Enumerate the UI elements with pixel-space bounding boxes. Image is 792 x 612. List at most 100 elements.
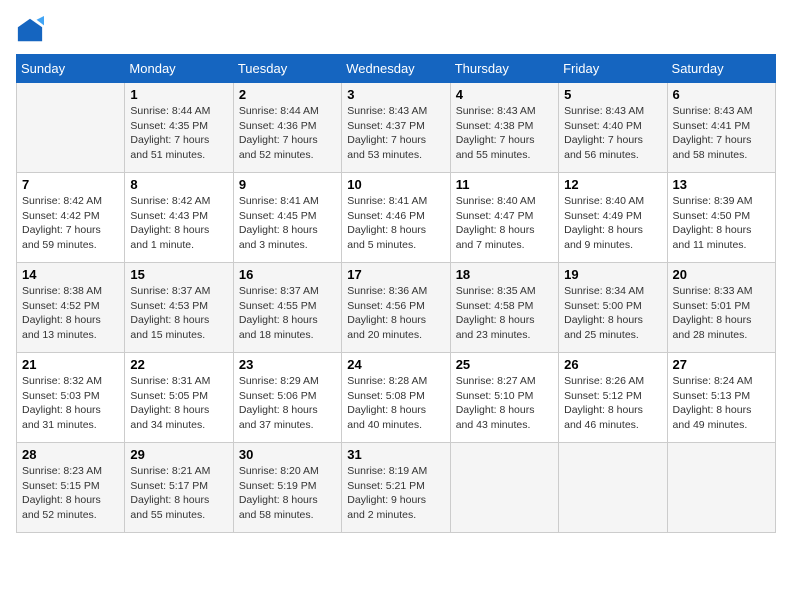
page-header: [16, 16, 776, 44]
calendar-cell: 31 Sunrise: 8:19 AMSunset: 5:21 PMDayligh…: [342, 443, 450, 533]
weekday-header-row: SundayMondayTuesdayWednesdayThursdayFrid…: [17, 55, 776, 83]
calendar-cell: 2Sunrise: 8:44 AMSunset: 4:36 PMDaylight…: [233, 83, 341, 173]
day-number: 21: [22, 357, 119, 372]
day-number: 2: [239, 87, 336, 102]
calendar-cell: 12 Sunrise: 8:40 AMSunset: 4:49 PMDayligh…: [559, 173, 667, 263]
day-detail: Sunrise: 8:43 AMSunset: 4:41 PMDaylight:…: [673, 104, 770, 163]
day-detail: Sunrise: 8:29 AMSunset: 5:06 PMDaylight:…: [239, 374, 336, 433]
weekday-header-wednesday: Wednesday: [342, 55, 450, 83]
calendar-table: SundayMondayTuesdayWednesdayThursdayFrid…: [16, 54, 776, 533]
day-number: 14: [22, 267, 119, 282]
calendar-cell: 17Sunrise: 8:36 AMSunset: 4:56 PMDayligh…: [342, 263, 450, 353]
weekday-header-thursday: Thursday: [450, 55, 558, 83]
day-detail: Sunrise: 8:19 AMSunset: 5:21 PMDaylight:…: [347, 464, 444, 523]
calendar-cell: 27 Sunrise: 8:24 AMSunset: 5:13 PMDayligh…: [667, 353, 775, 443]
day-detail: Sunrise: 8:37 AMSunset: 4:55 PMDaylight:…: [239, 284, 336, 343]
day-number: 25: [456, 357, 553, 372]
day-detail: Sunrise: 8:40 AMSunset: 4:49 PMDaylight:…: [564, 194, 661, 253]
calendar-cell: 25 Sunrise: 8:27 AMSunset: 5:10 PMDayligh…: [450, 353, 558, 443]
day-detail: Sunrise: 8:41 AMSunset: 4:46 PMDaylight:…: [347, 194, 444, 253]
day-number: 5: [564, 87, 661, 102]
day-number: 12: [564, 177, 661, 192]
calendar-cell: 22Sunrise: 8:31 AMSunset: 5:05 PMDayligh…: [125, 353, 233, 443]
day-detail: Sunrise: 8:27 AMSunset: 5:10 PMDaylight:…: [456, 374, 553, 433]
calendar-cell: 11 Sunrise: 8:40 AMSunset: 4:47 PMDayligh…: [450, 173, 558, 263]
day-number: 26: [564, 357, 661, 372]
day-detail: Sunrise: 8:24 AMSunset: 5:13 PMDaylight:…: [673, 374, 770, 433]
day-detail: Sunrise: 8:39 AMSunset: 4:50 PMDaylight:…: [673, 194, 770, 253]
day-number: 10: [347, 177, 444, 192]
calendar-cell: 18 Sunrise: 8:35 AMSunset: 4:58 PMDayligh…: [450, 263, 558, 353]
day-detail: Sunrise: 8:32 AMSunset: 5:03 PMDaylight:…: [22, 374, 119, 433]
day-detail: Sunrise: 8:21 AMSunset: 5:17 PMDaylight:…: [130, 464, 227, 523]
day-detail: Sunrise: 8:20 AMSunset: 5:19 PMDaylight:…: [239, 464, 336, 523]
calendar-cell: 10 Sunrise: 8:41 AMSunset: 4:46 PMDayligh…: [342, 173, 450, 263]
day-detail: Sunrise: 8:38 AMSunset: 4:52 PMDaylight:…: [22, 284, 119, 343]
calendar-cell: 23 Sunrise: 8:29 AMSunset: 5:06 PMDayligh…: [233, 353, 341, 443]
calendar-cell: 9Sunrise: 8:41 AMSunset: 4:45 PMDaylight…: [233, 173, 341, 263]
calendar-week-row: 21 Sunrise: 8:32 AMSunset: 5:03 PMDayligh…: [17, 353, 776, 443]
day-detail: Sunrise: 8:40 AMSunset: 4:47 PMDaylight:…: [456, 194, 553, 253]
day-detail: Sunrise: 8:44 AMSunset: 4:35 PMDaylight:…: [130, 104, 227, 163]
calendar-cell: [667, 443, 775, 533]
day-number: 4: [456, 87, 553, 102]
day-number: 13: [673, 177, 770, 192]
calendar-cell: 29 Sunrise: 8:21 AMSunset: 5:17 PMDayligh…: [125, 443, 233, 533]
day-detail: Sunrise: 8:33 AMSunset: 5:01 PMDaylight:…: [673, 284, 770, 343]
calendar-cell: 4 Sunrise: 8:43 AMSunset: 4:38 PMDaylight…: [450, 83, 558, 173]
calendar-cell: 7 Sunrise: 8:42 AMSunset: 4:42 PMDaylight…: [17, 173, 125, 263]
day-detail: Sunrise: 8:26 AMSunset: 5:12 PMDaylight:…: [564, 374, 661, 433]
day-number: 22: [130, 357, 227, 372]
calendar-cell: [559, 443, 667, 533]
day-number: 30: [239, 447, 336, 462]
weekday-header-saturday: Saturday: [667, 55, 775, 83]
day-number: 7: [22, 177, 119, 192]
day-number: 11: [456, 177, 553, 192]
day-number: 29: [130, 447, 227, 462]
calendar-week-row: 28 Sunrise: 8:23 AMSunset: 5:15 PMDayligh…: [17, 443, 776, 533]
calendar-cell: [17, 83, 125, 173]
weekday-header-monday: Monday: [125, 55, 233, 83]
calendar-cell: 6 Sunrise: 8:43 AMSunset: 4:41 PMDaylight…: [667, 83, 775, 173]
day-number: 15: [130, 267, 227, 282]
day-number: 18: [456, 267, 553, 282]
day-number: 16: [239, 267, 336, 282]
day-number: 31: [347, 447, 444, 462]
calendar-cell: 1 Sunrise: 8:44 AMSunset: 4:35 PMDaylight…: [125, 83, 233, 173]
calendar-cell: 16 Sunrise: 8:37 AMSunset: 4:55 PMDayligh…: [233, 263, 341, 353]
day-detail: Sunrise: 8:37 AMSunset: 4:53 PMDaylight:…: [130, 284, 227, 343]
calendar-cell: 21 Sunrise: 8:32 AMSunset: 5:03 PMDayligh…: [17, 353, 125, 443]
day-detail: Sunrise: 8:42 AMSunset: 4:43 PMDaylight:…: [130, 194, 227, 253]
logo-icon: [16, 16, 44, 44]
calendar-cell: 24 Sunrise: 8:28 AMSunset: 5:08 PMDayligh…: [342, 353, 450, 443]
calendar-cell: 8 Sunrise: 8:42 AMSunset: 4:43 PMDaylight…: [125, 173, 233, 263]
day-number: 28: [22, 447, 119, 462]
day-number: 9: [239, 177, 336, 192]
calendar-week-row: 7 Sunrise: 8:42 AMSunset: 4:42 PMDaylight…: [17, 173, 776, 263]
calendar-cell: 14 Sunrise: 8:38 AMSunset: 4:52 PMDayligh…: [17, 263, 125, 353]
calendar-cell: 19Sunrise: 8:34 AMSunset: 5:00 PMDayligh…: [559, 263, 667, 353]
day-detail: Sunrise: 8:42 AMSunset: 4:42 PMDaylight:…: [22, 194, 119, 253]
day-number: 1: [130, 87, 227, 102]
day-number: 23: [239, 357, 336, 372]
day-number: 19: [564, 267, 661, 282]
day-number: 6: [673, 87, 770, 102]
day-detail: Sunrise: 8:28 AMSunset: 5:08 PMDaylight:…: [347, 374, 444, 433]
day-detail: Sunrise: 8:43 AMSunset: 4:40 PMDaylight:…: [564, 104, 661, 163]
calendar-week-row: 14 Sunrise: 8:38 AMSunset: 4:52 PMDayligh…: [17, 263, 776, 353]
day-detail: Sunrise: 8:35 AMSunset: 4:58 PMDaylight:…: [456, 284, 553, 343]
day-number: 20: [673, 267, 770, 282]
calendar-cell: 30 Sunrise: 8:20 AMSunset: 5:19 PMDayligh…: [233, 443, 341, 533]
calendar-cell: 5 Sunrise: 8:43 AMSunset: 4:40 PMDaylight…: [559, 83, 667, 173]
calendar-week-row: 1 Sunrise: 8:44 AMSunset: 4:35 PMDaylight…: [17, 83, 776, 173]
day-number: 3: [347, 87, 444, 102]
day-number: 24: [347, 357, 444, 372]
day-number: 27: [673, 357, 770, 372]
calendar-cell: 26 Sunrise: 8:26 AMSunset: 5:12 PMDayligh…: [559, 353, 667, 443]
weekday-header-sunday: Sunday: [17, 55, 125, 83]
day-number: 8: [130, 177, 227, 192]
day-detail: Sunrise: 8:43 AMSunset: 4:38 PMDaylight:…: [456, 104, 553, 163]
day-detail: Sunrise: 8:36 AMSunset: 4:56 PMDaylight:…: [347, 284, 444, 343]
logo: [16, 16, 48, 44]
day-detail: Sunrise: 8:23 AMSunset: 5:15 PMDaylight:…: [22, 464, 119, 523]
